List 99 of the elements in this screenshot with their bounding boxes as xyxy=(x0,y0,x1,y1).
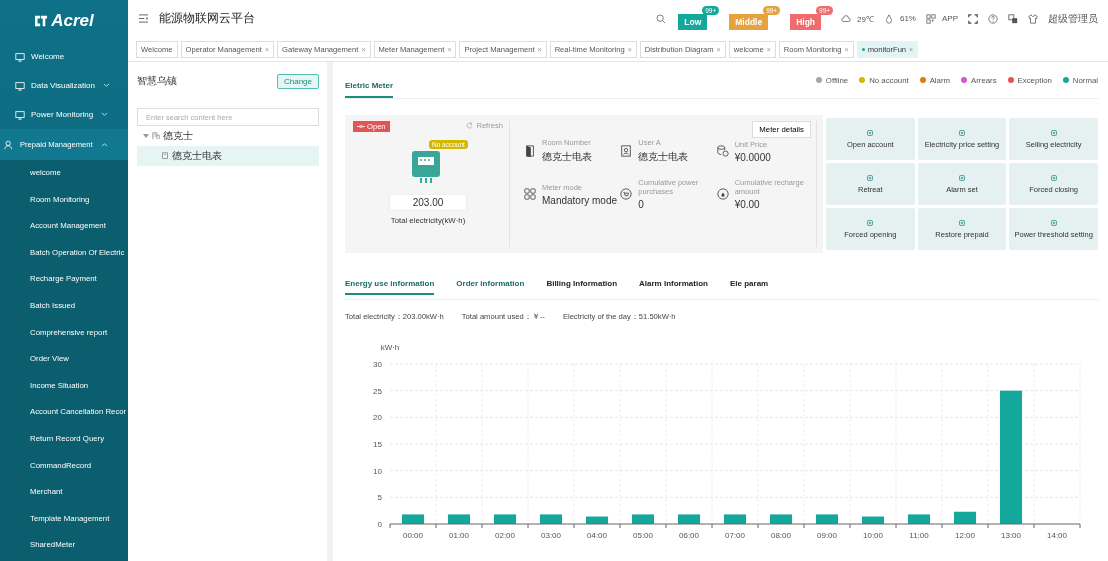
square-icon xyxy=(958,129,966,137)
y-tick-label: 30 xyxy=(373,360,382,369)
app-link[interactable]: APP xyxy=(942,14,958,23)
square-icon xyxy=(1049,129,1058,137)
help-icon[interactable] xyxy=(988,13,998,24)
meter-icon xyxy=(161,152,169,160)
x-tick-label: 14:00 xyxy=(1047,531,1067,540)
square-icon xyxy=(866,174,875,182)
tree-node[interactable]: 德克士电表 xyxy=(137,146,319,166)
bar xyxy=(815,514,839,524)
temperature: 29℃ xyxy=(857,14,874,24)
refresh-icon xyxy=(466,122,474,129)
tree-node[interactable]: 德克士 xyxy=(137,126,319,146)
square-icon xyxy=(1049,219,1058,227)
y-tick-label: 5 xyxy=(377,493,382,503)
x-tick-label: 00:00 xyxy=(403,531,423,540)
y-tick-label: 15 xyxy=(373,440,382,449)
info-tab[interactable]: Ele param xyxy=(729,279,769,293)
chevron-down-icon xyxy=(101,112,109,117)
x-tick-label: 07:00 xyxy=(725,531,745,540)
logo-icon xyxy=(34,15,49,27)
shirt-icon[interactable] xyxy=(1028,13,1038,24)
qr-code-icon xyxy=(926,13,936,24)
panel-title: 智慧乌镇 xyxy=(137,74,177,88)
bar xyxy=(907,514,931,524)
y-tick-label: 25 xyxy=(373,386,382,396)
bar xyxy=(493,514,517,524)
bar xyxy=(631,514,655,524)
field-value: Mandatory mode xyxy=(542,194,618,206)
total-reading: 203.00 xyxy=(389,194,467,211)
sidebar-item[interactable]: Data Visualization xyxy=(0,71,128,100)
monitor-icon xyxy=(15,80,25,91)
square-icon xyxy=(1049,174,1058,182)
droplet-icon xyxy=(883,13,894,24)
axis-unit-label: kW·h xyxy=(380,343,400,352)
door-icon xyxy=(524,145,536,157)
menu-icon[interactable] xyxy=(138,14,149,23)
switch-icon xyxy=(357,124,365,129)
x-tick-label: 01:00 xyxy=(449,531,469,540)
user-name[interactable]: 超级管理员 xyxy=(1048,11,1098,26)
bar xyxy=(539,514,563,524)
square-icon xyxy=(958,174,966,182)
sidebar-item[interactable]: Welcome xyxy=(0,42,128,71)
x-tick-label: 02:00 xyxy=(495,531,515,540)
field-value: 0 xyxy=(638,199,645,210)
x-tick-label: 08:00 xyxy=(771,531,791,540)
app-title: 能源物联网云平台 xyxy=(159,10,255,27)
y-tick-label: 10 xyxy=(373,466,382,476)
money-bag-icon xyxy=(716,188,729,200)
bar xyxy=(401,514,425,524)
cart-icon xyxy=(620,188,633,200)
bar xyxy=(677,514,701,524)
bar xyxy=(723,514,747,524)
x-tick-label: 12:00 xyxy=(955,531,975,540)
y-tick-label: 0 xyxy=(377,520,382,529)
translate-icon[interactable] xyxy=(1008,13,1018,24)
cloud-icon xyxy=(841,13,852,24)
grid-icon xyxy=(524,188,536,200)
caret-icon[interactable] xyxy=(143,133,149,139)
fullscreen-icon[interactable] xyxy=(968,13,978,24)
chevron-up-icon xyxy=(100,142,108,147)
x-tick-label: 09:00 xyxy=(817,531,837,540)
person-icon xyxy=(4,139,14,150)
coins-icon xyxy=(716,145,729,157)
monitor-icon xyxy=(15,51,25,62)
x-tick-label: 03:00 xyxy=(541,531,561,540)
info-tab[interactable]: Order information xyxy=(456,279,525,293)
bar xyxy=(585,516,609,524)
x-tick-label: 06:00 xyxy=(679,531,699,540)
info-tab[interactable]: Billing Information xyxy=(546,279,618,293)
info-tab[interactable]: Alarm Information xyxy=(639,279,708,293)
square-icon xyxy=(866,219,875,227)
bar xyxy=(861,516,885,524)
user-card-icon xyxy=(620,145,633,157)
x-tick-label: 04:00 xyxy=(587,531,607,540)
meter-icon xyxy=(411,150,441,184)
building-icon xyxy=(152,132,160,140)
x-tick-label: 11:00 xyxy=(909,531,929,540)
y-tick-label: 20 xyxy=(373,413,382,423)
x-tick-label: 13:00 xyxy=(1001,531,1021,540)
bar xyxy=(769,514,793,524)
change-button[interactable]: Change xyxy=(276,73,319,89)
square-icon xyxy=(866,129,875,137)
monitor-icon xyxy=(15,109,25,120)
chevron-down-icon xyxy=(102,83,110,88)
humidity: 61% xyxy=(899,14,916,23)
sidebar-item[interactable]: Power Monitoring xyxy=(0,100,128,129)
square-icon xyxy=(958,219,966,227)
field-value: ¥0.0000 xyxy=(734,151,771,163)
info-tab[interactable]: Energy use information xyxy=(345,279,435,295)
x-tick-label: 10:00 xyxy=(863,531,883,540)
search-icon[interactable] xyxy=(656,13,667,24)
x-tick-label: 05:00 xyxy=(633,531,653,540)
field-value: ¥0.00 xyxy=(734,199,761,210)
meter-tab[interactable]: Eletric Meter xyxy=(345,81,394,98)
field-value: 德克士电表 xyxy=(542,150,592,164)
logo-text: Acrel xyxy=(51,11,94,31)
field-value: 德克士电表 xyxy=(638,150,689,164)
bar xyxy=(447,514,471,524)
